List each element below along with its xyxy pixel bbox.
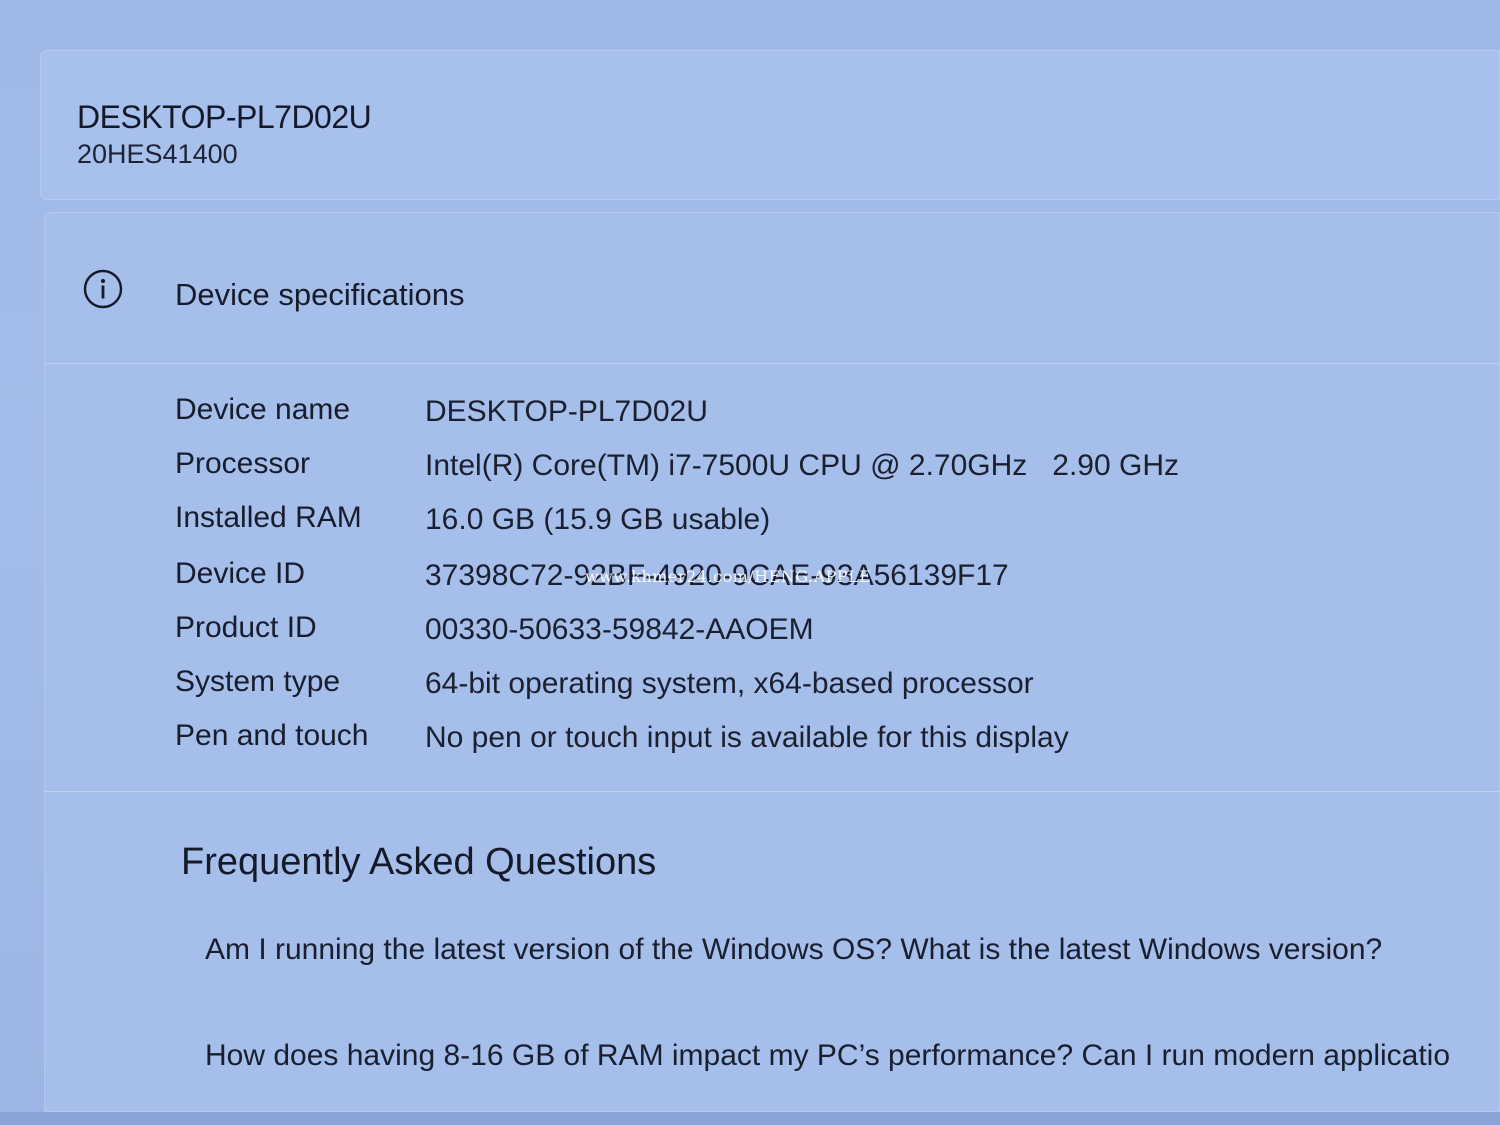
divider [45,791,1499,792]
specifications-title: Device specifications [175,277,465,312]
spec-row-installed-ram: Installed RAM 16.0 GB (15.9 GB usable) [175,501,1375,541]
spec-label: System type [175,665,341,698]
spec-row-system-type: System type 64-bit operating system, x64… [175,665,1375,705]
spec-row-device-name: Device name DESKTOP-PL7D02U [175,393,1375,433]
faq-title: Frequently Asked Questions [181,841,657,883]
device-header-card: DESKTOP-PL7D02U 20HES41400 [40,50,1500,200]
spec-label: Processor [175,447,311,480]
device-specifications-card: Device specifications Device name DESKTO… [44,212,1500,1112]
spec-value[interactable]: Intel(R) Core(TM) i7-7500U CPU @ 2.70GHz… [425,449,1179,483]
spec-label: Device ID [175,557,306,590]
faq-item-windows-version[interactable]: Am I running the latest version of the W… [205,933,1382,967]
divider [45,363,1499,364]
faq-item-ram-performance[interactable]: How does having 8-16 GB of RAM impact my… [205,1039,1450,1073]
spec-value[interactable]: DESKTOP-PL7D02U [425,395,708,429]
device-name-title: DESKTOP-PL7D02U [77,99,372,135]
spec-label: Product ID [175,611,317,644]
specifications-header[interactable]: Device specifications [45,213,1499,363]
spec-row-processor: Processor Intel(R) Core(TM) i7-7500U CPU… [175,447,1375,487]
spec-value[interactable]: No pen or touch input is available for t… [425,721,1069,755]
spec-row-pen-and-touch: Pen and touch No pen or touch input is a… [175,719,1375,759]
watermark-text: www.khmer24.com/HENG.APPLE [585,567,872,586]
screen-bottom-edge [0,1112,1500,1125]
info-icon [83,269,123,309]
spec-row-product-id: Product ID 00330-50633-59842-AAOEM [175,611,1375,651]
spec-value[interactable]: 16.0 GB (15.9 GB usable) [425,503,770,537]
spec-label: Installed RAM [175,501,362,534]
spec-label: Pen and touch [175,719,369,752]
spec-label: Device name [175,393,351,426]
device-model: 20HES41400 [77,139,238,169]
spec-value[interactable]: 00330-50633-59842-AAOEM [425,613,814,647]
spec-value[interactable]: 64-bit operating system, x64-based proce… [425,667,1034,701]
